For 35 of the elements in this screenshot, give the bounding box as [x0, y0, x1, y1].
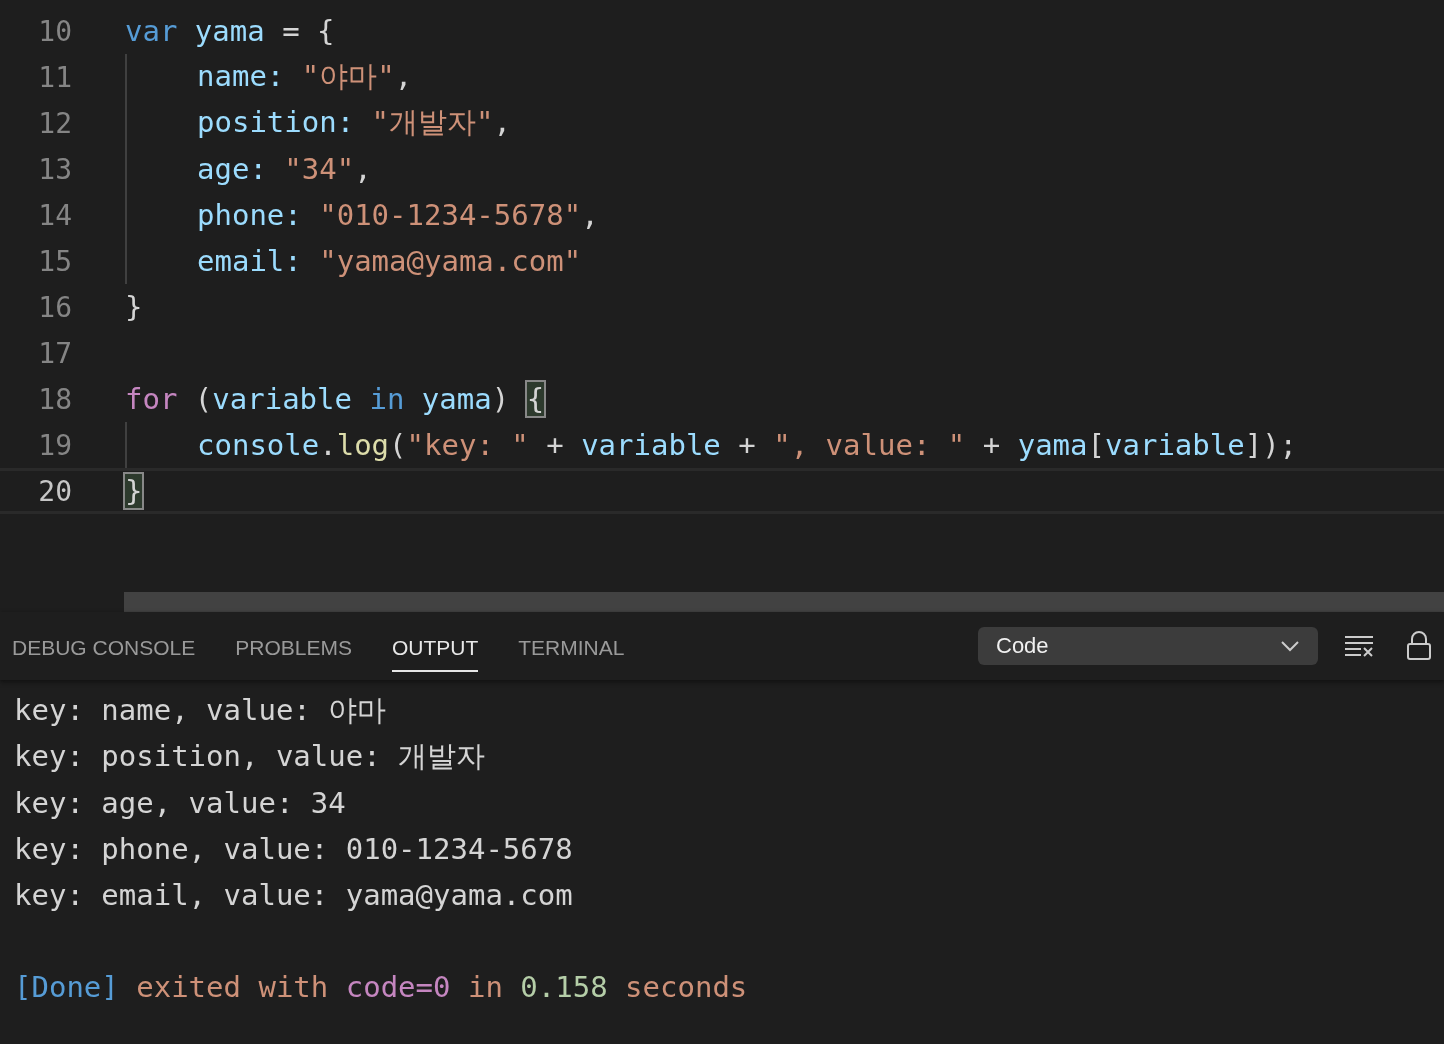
scrollbar-thumb[interactable] — [124, 592, 1444, 612]
line-number: 12 — [37, 106, 72, 140]
code-line: for (variable in yama) { — [125, 382, 545, 416]
panel-tab[interactable]: DEBUG CONSOLE — [12, 620, 196, 672]
line-number: 10 — [37, 14, 72, 48]
output-line: [Done] exited with code=0 in 0.158 seconds — [14, 970, 748, 1004]
output-line: key: email, value: yama@yama.com — [14, 878, 573, 912]
chevron-icon — [1280, 640, 1300, 652]
line-number: 14 — [37, 198, 72, 232]
output-line: key: position, value: 개발자 — [14, 738, 486, 775]
line-number: 15 — [37, 244, 72, 278]
output-line: key: age, value: 34 — [14, 786, 346, 820]
line-number: 17 — [37, 336, 72, 370]
code-line: age: "34", — [197, 152, 372, 186]
line-number: 11 — [37, 60, 72, 94]
output-line: key: name, value: 야마 — [14, 692, 387, 729]
panel-tab[interactable]: TERMINAL — [518, 620, 625, 672]
code-line: phone: "010-1234-5678", — [197, 198, 599, 232]
panel-tab[interactable]: OUTPUT — [391, 620, 479, 672]
code-line: } — [125, 290, 143, 324]
clear-output-icon[interactable] — [1344, 634, 1374, 658]
panel-tab[interactable]: PROBLEMS — [235, 620, 352, 672]
code-line: position: "개발자", — [197, 104, 511, 141]
line-number: 13 — [37, 152, 72, 186]
line-number: 18 — [37, 382, 72, 416]
output-line: key: phone, value: 010-1234-5678 — [14, 832, 573, 866]
output-channel-dropdown[interactable]: Code — [978, 627, 1318, 665]
line-number: 19 — [37, 428, 72, 462]
line-number: 16 — [37, 290, 72, 324]
code-line: name: "야마", — [197, 58, 413, 95]
code-line: var yama = { — [125, 14, 335, 48]
line-number: 20 — [37, 474, 72, 508]
code-line: email: "yama@yama.com" — [197, 244, 582, 278]
code-line: console.log("key: " + variable + ", value: " + yama[variable]); — [197, 428, 1298, 462]
lock-icon[interactable] — [1406, 631, 1432, 661]
